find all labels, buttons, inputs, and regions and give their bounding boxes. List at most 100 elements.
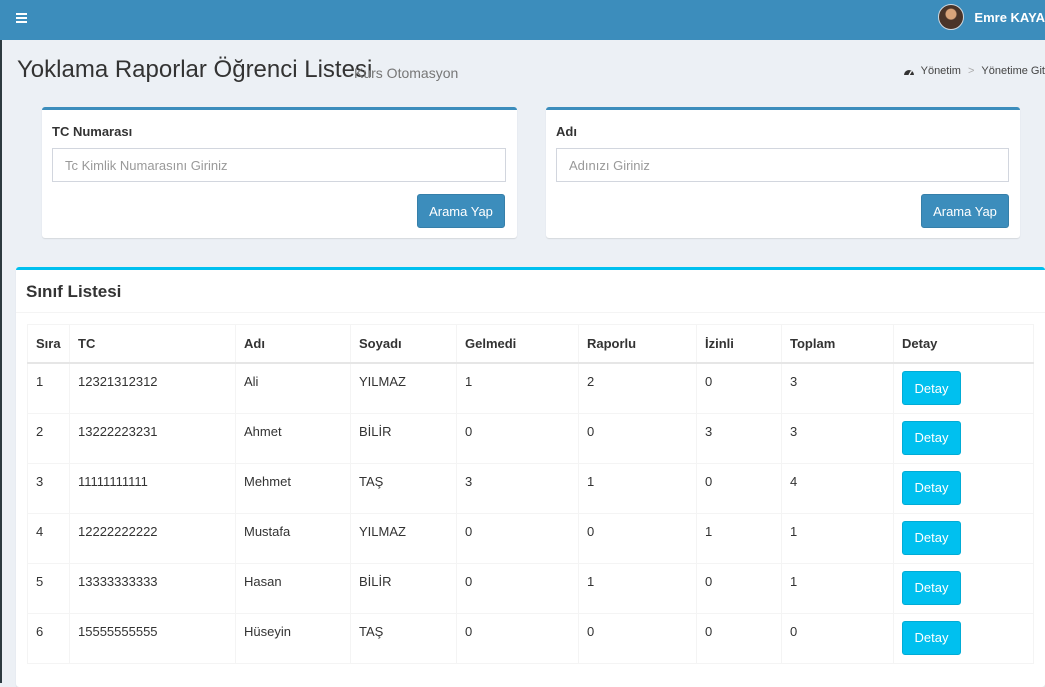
cell-detay: Detay: [893, 412, 1034, 464]
cell-izinli: 0: [696, 562, 782, 614]
cell-izinli: 3: [696, 412, 782, 464]
detail-button[interactable]: Detay: [902, 570, 961, 605]
cell-raporlu: 0: [578, 512, 697, 564]
cell-tc: 12222222222: [69, 512, 236, 564]
student-table: Sıra TC Adı Soyadı Gelmedi Raporlu İzinl…: [27, 324, 1034, 664]
name-search-input[interactable]: [556, 148, 1009, 182]
column-header-toplam: Toplam: [781, 324, 894, 364]
user-avatar: [938, 4, 965, 30]
cell-adi: Mustafa: [235, 512, 351, 564]
column-header-raporlu: Raporlu: [578, 324, 697, 364]
cell-toplam: 0: [781, 612, 894, 664]
column-header-sira: Sıra: [27, 324, 70, 364]
dashboard-icon: [903, 69, 914, 75]
cell-gelmedi: 0: [456, 562, 579, 614]
cell-gelmedi: 1: [456, 362, 579, 414]
cell-izinli: 0: [696, 362, 782, 414]
detail-button[interactable]: Detay: [902, 470, 961, 505]
cell-raporlu: 0: [578, 412, 697, 464]
cell-sira: 4: [27, 512, 70, 564]
table-header-row: Sıra TC Adı Soyadı Gelmedi Raporlu İzinl…: [27, 324, 1034, 364]
cell-detay: Detay: [893, 512, 1034, 564]
cell-detay: Detay: [893, 362, 1034, 414]
tc-search-panel: TC Numarası Arama Yap: [42, 107, 517, 238]
cell-sira: 5: [27, 562, 70, 614]
table-row: 2 13222223231 Ahmet BİLİR 0 0 3 3 Detay: [27, 412, 1034, 464]
cell-adi: Hasan: [235, 562, 351, 614]
cell-soyadi: BİLİR: [350, 562, 457, 614]
cell-raporlu: 0: [578, 612, 697, 664]
breadcrumb-separator: >: [967, 65, 975, 77]
detail-button[interactable]: Detay: [902, 420, 961, 455]
menu-toggle-icon[interactable]: [12, 7, 34, 29]
column-header-adi: Adı: [235, 324, 351, 364]
cell-soyadi: YILMAZ: [350, 512, 457, 564]
user-menu[interactable]: Emre KAYA: [938, 4, 1045, 30]
cell-sira: 2: [27, 412, 70, 464]
cell-raporlu: 2: [578, 362, 697, 414]
breadcrumb-item-yonetime-git[interactable]: Yönetime Git: [981, 65, 1045, 77]
cell-tc: 12321312312: [69, 362, 236, 414]
column-header-soyadi: Soyadı: [350, 324, 457, 364]
detail-button[interactable]: Detay: [902, 371, 961, 405]
top-navbar: Emre KAYA: [0, 0, 1045, 40]
cell-soyadi: YILMAZ: [350, 362, 457, 414]
cell-detay: Detay: [893, 562, 1034, 614]
cell-toplam: 3: [781, 412, 894, 464]
cell-izinli: 1: [696, 512, 782, 564]
cell-toplam: 4: [781, 462, 894, 514]
cell-detay: Detay: [893, 462, 1034, 514]
tc-search-button[interactable]: Arama Yap: [417, 194, 505, 228]
breadcrumb: Yönetim > Yönetime Git: [903, 65, 1045, 77]
cell-raporlu: 1: [578, 562, 697, 614]
cell-tc: 13222223231: [69, 412, 236, 464]
cell-soyadi: TAŞ: [350, 462, 457, 514]
cell-adi: Ahmet: [235, 412, 351, 464]
name-search-panel: Adı Arama Yap: [546, 107, 1020, 238]
detail-button[interactable]: Detay: [902, 620, 961, 655]
cell-sira: 3: [27, 462, 70, 514]
table-row: 3 11111111111 Mehmet TAŞ 3 1 0 4 Detay: [27, 462, 1034, 514]
column-header-gelmedi: Gelmedi: [456, 324, 579, 364]
cell-adi: Mehmet: [235, 462, 351, 514]
cell-izinli: 0: [696, 612, 782, 664]
tc-search-input[interactable]: [52, 148, 506, 182]
cell-izinli: 0: [696, 462, 782, 514]
table-row: 6 15555555555 Hüseyin TAŞ 0 0 0 0 Detay: [27, 612, 1034, 664]
sidebar-edge: [0, 40, 2, 683]
class-list-title: Sınıf Listesi: [26, 282, 122, 301]
column-header-detay: Detay: [893, 324, 1034, 364]
name-field-label: Adı: [556, 124, 577, 139]
cell-gelmedi: 0: [456, 412, 579, 464]
page-subtitle: Kurs Otomasyon: [354, 65, 459, 81]
cell-adi: Hüseyin: [235, 612, 351, 664]
cell-gelmedi: 3: [456, 462, 579, 514]
page-title: Yoklama Raporlar Öğrenci Listesi: [17, 56, 373, 83]
cell-sira: 1: [27, 362, 70, 414]
column-header-izinli: İzinli: [696, 324, 782, 364]
tc-field-label: TC Numarası: [52, 124, 133, 139]
student-table-wrapper: Sıra TC Adı Soyadı Gelmedi Raporlu İzinl…: [27, 324, 1034, 664]
table-row: 1 12321312312 Ali YILMAZ 1 2 0 3 Detay: [27, 362, 1034, 414]
cell-tc: 13333333333: [69, 562, 236, 614]
cell-gelmedi: 0: [456, 612, 579, 664]
cell-soyadi: TAŞ: [350, 612, 457, 664]
cell-gelmedi: 0: [456, 512, 579, 564]
cell-soyadi: BİLİR: [350, 412, 457, 464]
cell-detay: Detay: [893, 612, 1034, 664]
cell-adi: Ali: [235, 362, 351, 414]
user-name: Emre KAYA: [974, 9, 1045, 25]
breadcrumb-item-yonetim[interactable]: Yönetim: [921, 65, 961, 77]
name-search-button[interactable]: Arama Yap: [921, 194, 1009, 228]
cell-raporlu: 1: [578, 462, 697, 514]
class-list-panel: Sınıf Listesi Sıra TC Adı Soyadı Gelmedi…: [16, 267, 1045, 687]
cell-toplam: 1: [781, 512, 894, 564]
cell-tc: 15555555555: [69, 612, 236, 664]
panel-divider: [16, 312, 1045, 313]
detail-button[interactable]: Detay: [902, 520, 961, 555]
table-row: 5 13333333333 Hasan BİLİR 0 1 0 1 Detay: [27, 562, 1034, 614]
cell-toplam: 1: [781, 562, 894, 614]
cell-toplam: 3: [781, 362, 894, 414]
table-row: 4 12222222222 Mustafa YILMAZ 0 0 1 1 Detay: [27, 512, 1034, 564]
column-header-tc: TC: [69, 324, 236, 364]
